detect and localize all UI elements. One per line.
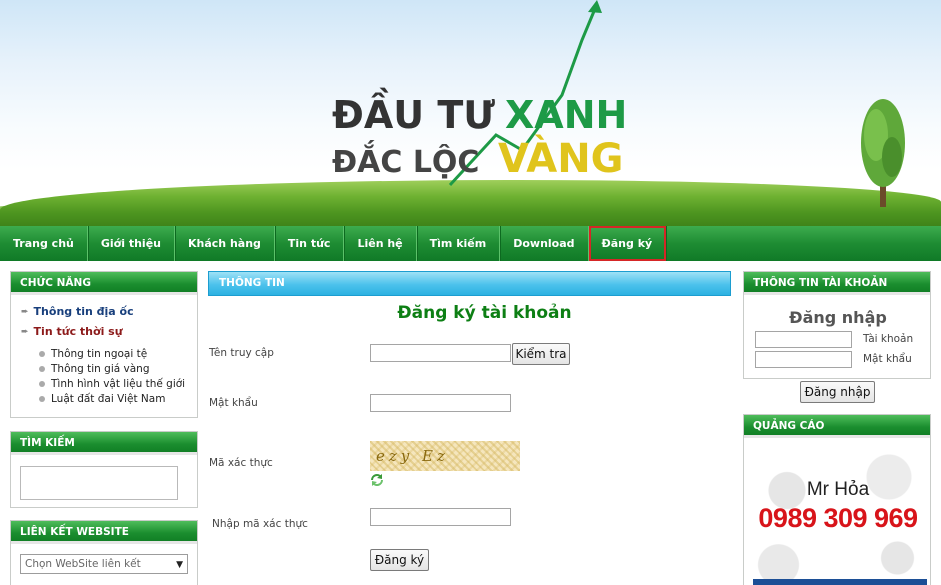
sub-item-label: Luật đất đai Việt Nam [51, 392, 166, 405]
arrow-right-icon: ➨ [21, 306, 29, 317]
news-sublist: Thông tin ngoại tệ Thông tin giá vàng Tì… [11, 346, 197, 406]
username-label: Tên truy cập [209, 347, 274, 359]
chevron-down-icon: ▼ [176, 560, 183, 570]
sub-item-foreign-currency[interactable]: Thông tin ngoại tệ [39, 346, 197, 361]
refresh-icon[interactable] [370, 473, 384, 487]
username-field[interactable] [370, 344, 511, 362]
sub-item-label: Thông tin giá vàng [51, 362, 150, 375]
bullet-icon [39, 365, 45, 372]
page-title: Đăng ký tài khoản [397, 303, 572, 323]
bullet-icon [39, 395, 45, 402]
search-box: TÌM KIẾM [10, 431, 198, 508]
website-link-select-value: Chọn WebSite liên kết [25, 558, 141, 570]
logo-arrow-head [588, 0, 602, 13]
website-links-title: LIÊN KẾT WEBSITE [11, 521, 197, 544]
func-item-label: Thông tin địa ốc [33, 305, 134, 318]
password-field[interactable] [370, 394, 511, 412]
functions-box: CHỨC NĂNG ➨ Thông tin địa ốc ➨ Tin tức t… [10, 271, 198, 418]
func-item-label: Tin tức thời sự [33, 325, 123, 338]
site-logo[interactable]: ĐẦU TƯ XANH ĐẮC LỘC VÀNG [300, 0, 660, 190]
main-nav: Trang chủ Giới thiệu Khách hàng Tin tức … [0, 226, 941, 261]
func-item-real-estate[interactable]: ➨ Thông tin địa ốc [11, 305, 197, 318]
account-password-label: Mật khẩu [863, 353, 912, 365]
captcha-image: ezy Ez [370, 441, 520, 471]
func-item-current-news[interactable]: ➨ Tin tức thời sự [11, 325, 197, 338]
ads-title: QUẢNG CÁO [744, 415, 930, 438]
logo-text-dau-tu: ĐẦU TƯ [332, 88, 495, 137]
search-input[interactable] [20, 466, 178, 500]
nav-item-contact[interactable]: Liên hệ [344, 226, 417, 261]
logo-text-dac-loc: ĐẮC LỘC [332, 140, 479, 180]
account-username-label: Tài khoản [863, 333, 914, 345]
register-button[interactable]: Đăng ký [370, 549, 429, 571]
captcha-label: Mã xác thực [209, 457, 273, 469]
account-password-field[interactable] [755, 351, 852, 368]
account-box: THÔNG TIN TÀI KHOẢN Đăng nhập Tài khoản … [743, 271, 931, 379]
ad-banner[interactable]: Mr Hỏa 0989 309 969 [753, 450, 923, 585]
sub-item-label: Tình hình vật liệu thế giới [51, 377, 186, 390]
bullet-icon [39, 380, 45, 387]
account-username-field[interactable] [755, 331, 852, 348]
logo-text-vang: VÀNG [498, 134, 624, 182]
info-header: THÔNG TIN [208, 271, 731, 296]
captcha-input-label: Nhập mã xác thực [212, 518, 308, 530]
sub-item-gold-price[interactable]: Thông tin giá vàng [39, 361, 197, 376]
nav-item-download[interactable]: Download [500, 226, 589, 261]
ads-box: QUẢNG CÁO Mr Hỏa 0989 309 969 [743, 414, 931, 585]
nav-item-about[interactable]: Giới thiệu [88, 226, 175, 261]
bullet-icon [39, 350, 45, 357]
nav-item-search[interactable]: Tìm kiếm [417, 226, 501, 261]
login-button[interactable]: Đăng nhập [800, 381, 875, 403]
ad-phone-number: 0989 309 969 [758, 503, 918, 533]
nav-item-home[interactable]: Trang chủ [0, 226, 88, 261]
check-username-button[interactable]: Kiểm tra [512, 343, 570, 365]
sub-item-materials[interactable]: Tình hình vật liệu thế giới [39, 376, 197, 391]
arrow-right-icon: ➨ [21, 326, 29, 337]
ad-contact-name: Mr Hỏa [806, 479, 870, 500]
ad-banner-strip[interactable] [753, 579, 927, 585]
nav-item-news[interactable]: Tin tức [275, 226, 345, 261]
nav-item-customers[interactable]: Khách hàng [175, 226, 275, 261]
functions-title: CHỨC NĂNG [11, 272, 197, 295]
logo-text-xanh: XANH [505, 93, 627, 137]
website-link-select[interactable]: Chọn WebSite liên kết ▼ [20, 554, 188, 574]
password-label: Mật khẩu [209, 397, 258, 409]
search-title: TÌM KIẾM [11, 432, 197, 455]
nav-item-register[interactable]: Đăng ký [588, 226, 667, 261]
captcha-field[interactable] [370, 508, 511, 526]
website-links-box: LIÊN KẾT WEBSITE Chọn WebSite liên kết ▼ [10, 520, 198, 585]
sub-item-land-law[interactable]: Luật đất đai Việt Nam [39, 391, 197, 406]
account-title: THÔNG TIN TÀI KHOẢN [744, 272, 930, 295]
login-title: Đăng nhập [789, 308, 887, 327]
tree-icon [861, 99, 905, 207]
sub-item-label: Thông tin ngoại tệ [51, 347, 148, 360]
site-header: ĐẦU TƯ XANH ĐẮC LỘC VÀNG [0, 0, 941, 226]
